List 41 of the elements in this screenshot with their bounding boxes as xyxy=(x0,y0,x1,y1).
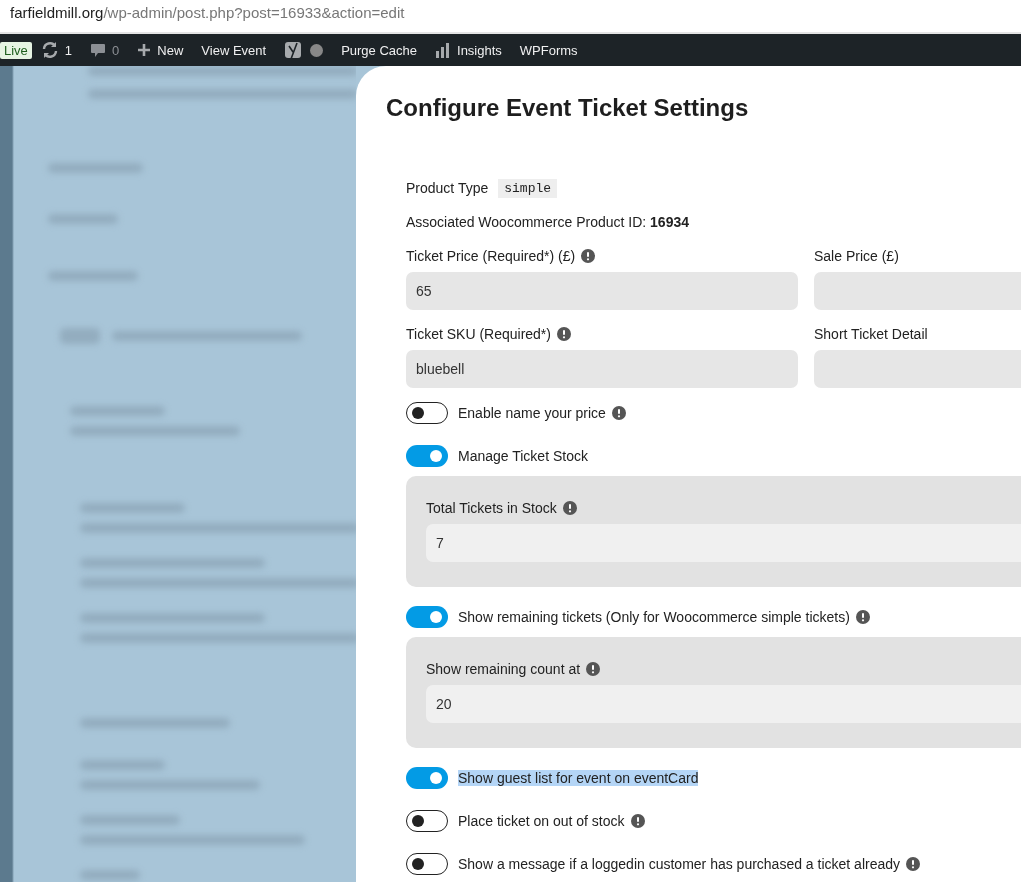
logo-icon[interactable] xyxy=(284,40,303,60)
toggle-label: Show guest list for event on eventCard xyxy=(458,770,699,786)
status-dot-icon xyxy=(310,43,324,57)
field-label: Ticket Price (Required*) (£) xyxy=(406,248,576,264)
field-label: Ticket SKU (Required*) xyxy=(406,326,551,342)
updates-link[interactable]: 1 xyxy=(31,34,82,66)
toggle-switch[interactable] xyxy=(406,402,448,424)
product-id-text: Associated Woocommerce Product ID: 16934 xyxy=(406,214,689,230)
toggle-switch[interactable] xyxy=(406,810,448,832)
toggle-label: Manage Ticket Stock xyxy=(458,448,588,464)
product-type-value: simple xyxy=(498,178,558,198)
input-field[interactable]: bluebell xyxy=(406,350,798,388)
toggle-label: Show remaining tickets (Only for Woocommerce simple tickets) xyxy=(458,609,850,625)
field-label: Product Type xyxy=(406,180,489,196)
sync-icon xyxy=(40,41,59,59)
admin-bar-link[interactable]: View Event xyxy=(192,34,276,66)
bar-chart-icon xyxy=(435,42,452,58)
toggle-label: Show a message if a loggedin customer has purchased a ticket already xyxy=(458,856,901,872)
insights-link[interactable]: Insights xyxy=(426,34,511,66)
field-label: Show remaining count at xyxy=(426,661,581,677)
input-field[interactable]: 7 xyxy=(426,524,1021,562)
toggle-switch[interactable] xyxy=(406,606,448,628)
new-link[interactable]: New xyxy=(128,34,193,66)
input-field[interactable]: 65 xyxy=(406,272,798,310)
comments-link[interactable]: 0 xyxy=(81,34,129,66)
toggle-switch[interactable] xyxy=(406,853,448,875)
input-field[interactable]: 20 xyxy=(426,685,1021,723)
admin-bar-link[interactable]: Purge Cache xyxy=(332,34,427,66)
speech-bubble-icon xyxy=(90,42,107,58)
field-label: Total Tickets in Stock xyxy=(426,500,557,516)
field-label: Short Ticket Detail xyxy=(814,326,928,342)
field-label: Sale Price (£) xyxy=(814,248,899,264)
modal-title: Configure Event Ticket Settings xyxy=(385,93,750,123)
toggle-label: Enable name your price xyxy=(458,405,606,421)
address-bar-url[interactable]: farfieldmill.org/wp-admin/post.php?post=16933&action=edit xyxy=(10,4,405,21)
plus-icon xyxy=(137,43,152,57)
toggle-switch[interactable] xyxy=(406,767,448,789)
live-badge: Live xyxy=(0,41,32,59)
admin-bar-link[interactable]: WPForms xyxy=(510,34,587,66)
toggle-switch[interactable] xyxy=(406,445,448,467)
toggle-label: Place ticket on out of stock xyxy=(458,813,625,829)
